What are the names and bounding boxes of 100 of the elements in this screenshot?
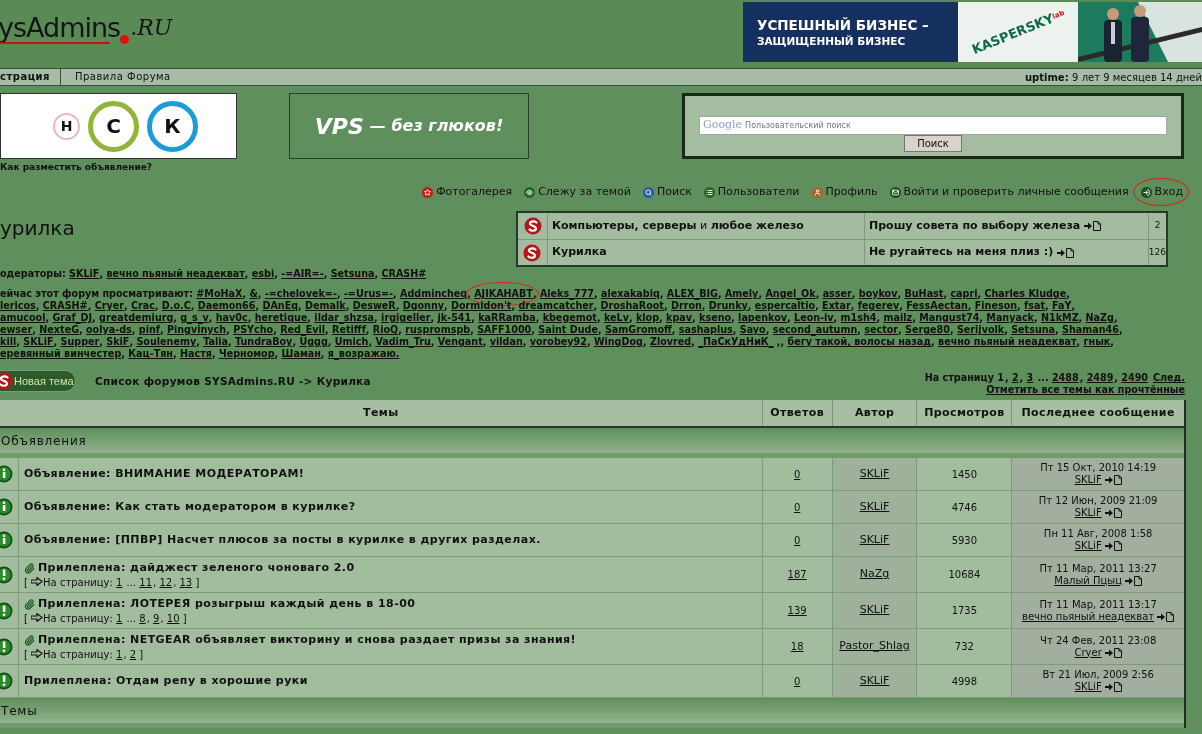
search-button[interactable]: Поиск [904, 135, 962, 152]
page-link[interactable]: 9 [153, 612, 160, 624]
ad-card[interactable]: VPS — без глюков! [289, 93, 529, 159]
user-link[interactable]: я_возражаю. [327, 348, 400, 360]
user-link[interactable]: Шаман [281, 348, 321, 360]
user-link[interactable]: hav0c [215, 312, 248, 324]
user-link[interactable]: AJIKAHABT [474, 288, 533, 300]
user-link[interactable]: WingDog [593, 336, 643, 348]
moderator-link[interactable]: SKLiF [69, 268, 100, 280]
user-link[interactable]: m1sh4 [840, 312, 877, 324]
author-link[interactable]: SKLiF [859, 602, 890, 619]
author-link[interactable]: NaZg [859, 566, 890, 583]
user-link[interactable]: Черномор [218, 348, 275, 360]
toolbar-link[interactable]: Слежу за темой [524, 183, 631, 201]
topic-link[interactable]: Прилеплена: дайджест зеленого чоноваго 2.0 [37, 560, 355, 577]
user-link[interactable]: pinf [138, 324, 160, 336]
user-link[interactable]: SKLiF [23, 336, 54, 348]
last-post-author[interactable]: SKLiF [1074, 474, 1102, 486]
goto-post-icon[interactable] [1084, 221, 1102, 231]
user-link[interactable]: -=chelovek=- [264, 288, 337, 300]
user-link[interactable]: Dgonny [402, 300, 445, 312]
last-post-author[interactable]: Малый Пцыц [1054, 574, 1122, 587]
user-link[interactable]: Sayo [739, 324, 766, 336]
moderator-link[interactable]: CRASH# [381, 268, 427, 280]
user-link[interactable]: sector [864, 324, 899, 336]
user-link[interactable]: N1kMZ [1041, 312, 1079, 324]
topic-link[interactable]: Объявление: ВНИМАНИЕ МОДЕРАТОРАМ! [23, 465, 305, 483]
user-link[interactable]: Shaman46 [1062, 324, 1119, 336]
last-post-author[interactable]: SKLiF [1074, 681, 1102, 693]
user-link[interactable]: kaRRamba [478, 312, 536, 324]
goto-post-icon[interactable] [1057, 247, 1075, 258]
user-link[interactable]: vildan [489, 336, 523, 348]
user-link[interactable]: FessAectan [906, 300, 968, 312]
toolbar-link[interactable]: Войти и проверить личные сообщения [889, 183, 1129, 201]
subforum-link[interactable]: Курилка [552, 244, 607, 261]
user-link[interactable]: Leon-iv [794, 312, 834, 324]
page-link[interactable]: 11 [139, 576, 153, 588]
topic-link[interactable]: Прилеплена: NETGEAR объявляет викторину и снова раздает призы за знания! [37, 632, 577, 649]
page-link[interactable]: 2 [1011, 372, 1019, 384]
user-link[interactable]: oolya-ds [86, 324, 132, 336]
replies-link[interactable]: 0 [793, 673, 801, 689]
user-link[interactable]: lapenkov [738, 312, 788, 324]
page-link[interactable]: 2 [129, 648, 137, 660]
user-link[interactable]: Drunky [708, 300, 748, 312]
user-link[interactable]: Talia [203, 336, 228, 348]
replies-link[interactable]: 187 [787, 567, 807, 582]
page-link[interactable]: 1 [116, 648, 123, 660]
search-input[interactable]: Пользовательский поиск [745, 119, 1166, 132]
ad-link[interactable]: Как разместить объявление? [0, 162, 153, 173]
last-post-author[interactable]: вечно пьяный неадекват [1022, 610, 1155, 623]
user-link[interactable]: Vadim_Tru [375, 336, 431, 348]
page-link[interactable]: 2489 [1086, 372, 1114, 384]
ad-card[interactable]: Н С К [0, 93, 237, 159]
user-link[interactable]: BuHast [904, 288, 944, 300]
toolbar-link[interactable]: Фотогалерея [422, 183, 513, 201]
page-link[interactable]: 10 [166, 612, 180, 624]
user-link[interactable]: #MoHaX [196, 288, 243, 300]
goto-post-icon[interactable] [1104, 508, 1122, 518]
user-link[interactable]: fegerev [857, 300, 900, 312]
user-link[interactable]: Demalk [305, 300, 346, 312]
user-link[interactable]: SkiF [106, 336, 130, 348]
user-link[interactable]: Настя [180, 348, 212, 360]
user-link[interactable]: vorobey92 [529, 336, 587, 348]
page-link[interactable]: 8 [139, 612, 146, 624]
toolbar-link[interactable]: Вход [1140, 183, 1183, 201]
topic-link[interactable]: Объявление: [ППВР] Насчет плюсов за посты в курилке в других разделах. [23, 531, 541, 549]
last-topic-link[interactable]: Прошу совета по выбору железа [869, 217, 1081, 235]
user-link[interactable]: Cryer [94, 300, 124, 312]
goto-post-icon[interactable] [1104, 682, 1122, 692]
user-link[interactable]: Uggg [299, 336, 328, 348]
user-link[interactable]: Drron [670, 300, 702, 312]
user-link[interactable]: sashaplus [678, 324, 733, 336]
user-link[interactable]: TundraBoy [235, 336, 293, 348]
user-link[interactable]: Angel_Ok [765, 288, 816, 300]
user-link[interactable]: ewser [0, 324, 33, 336]
user-link[interactable]: CRASH# [42, 300, 88, 312]
user-link[interactable]: lericos [0, 300, 36, 312]
user-link[interactable]: g_s_v [180, 312, 209, 324]
user-link[interactable]: boykov [858, 288, 898, 300]
user-link[interactable]: & [249, 288, 258, 300]
replies-link[interactable]: 0 [793, 499, 801, 515]
user-link[interactable]: capri [950, 288, 978, 300]
goto-post-icon[interactable] [1157, 611, 1175, 622]
page-link[interactable]: 1 [116, 612, 123, 624]
goto-post-icon[interactable] [1104, 475, 1122, 485]
search-field[interactable]: Google Пользовательский поиск [699, 116, 1167, 135]
user-link[interactable]: amucool [0, 312, 46, 324]
user-link[interactable]: Crac [130, 300, 155, 312]
goto-post-icon[interactable] [1104, 647, 1122, 658]
user-link[interactable]: alexakabiq [601, 288, 660, 300]
user-link[interactable]: irgigeller [381, 312, 431, 324]
user-link[interactable]: Daemon66 [197, 300, 256, 312]
user-link[interactable]: dreamcatcher [518, 300, 594, 312]
replies-link[interactable]: 18 [790, 639, 804, 654]
replies-link[interactable]: 0 [793, 532, 801, 548]
last-post-author[interactable]: SKLiF [1074, 540, 1102, 552]
user-link[interactable]: NaZg [1085, 312, 1114, 324]
next-page-link[interactable]: След. [1153, 372, 1185, 384]
user-link[interactable]: Serge80 [905, 324, 950, 336]
page-link[interactable]: 2488 [1051, 372, 1079, 384]
